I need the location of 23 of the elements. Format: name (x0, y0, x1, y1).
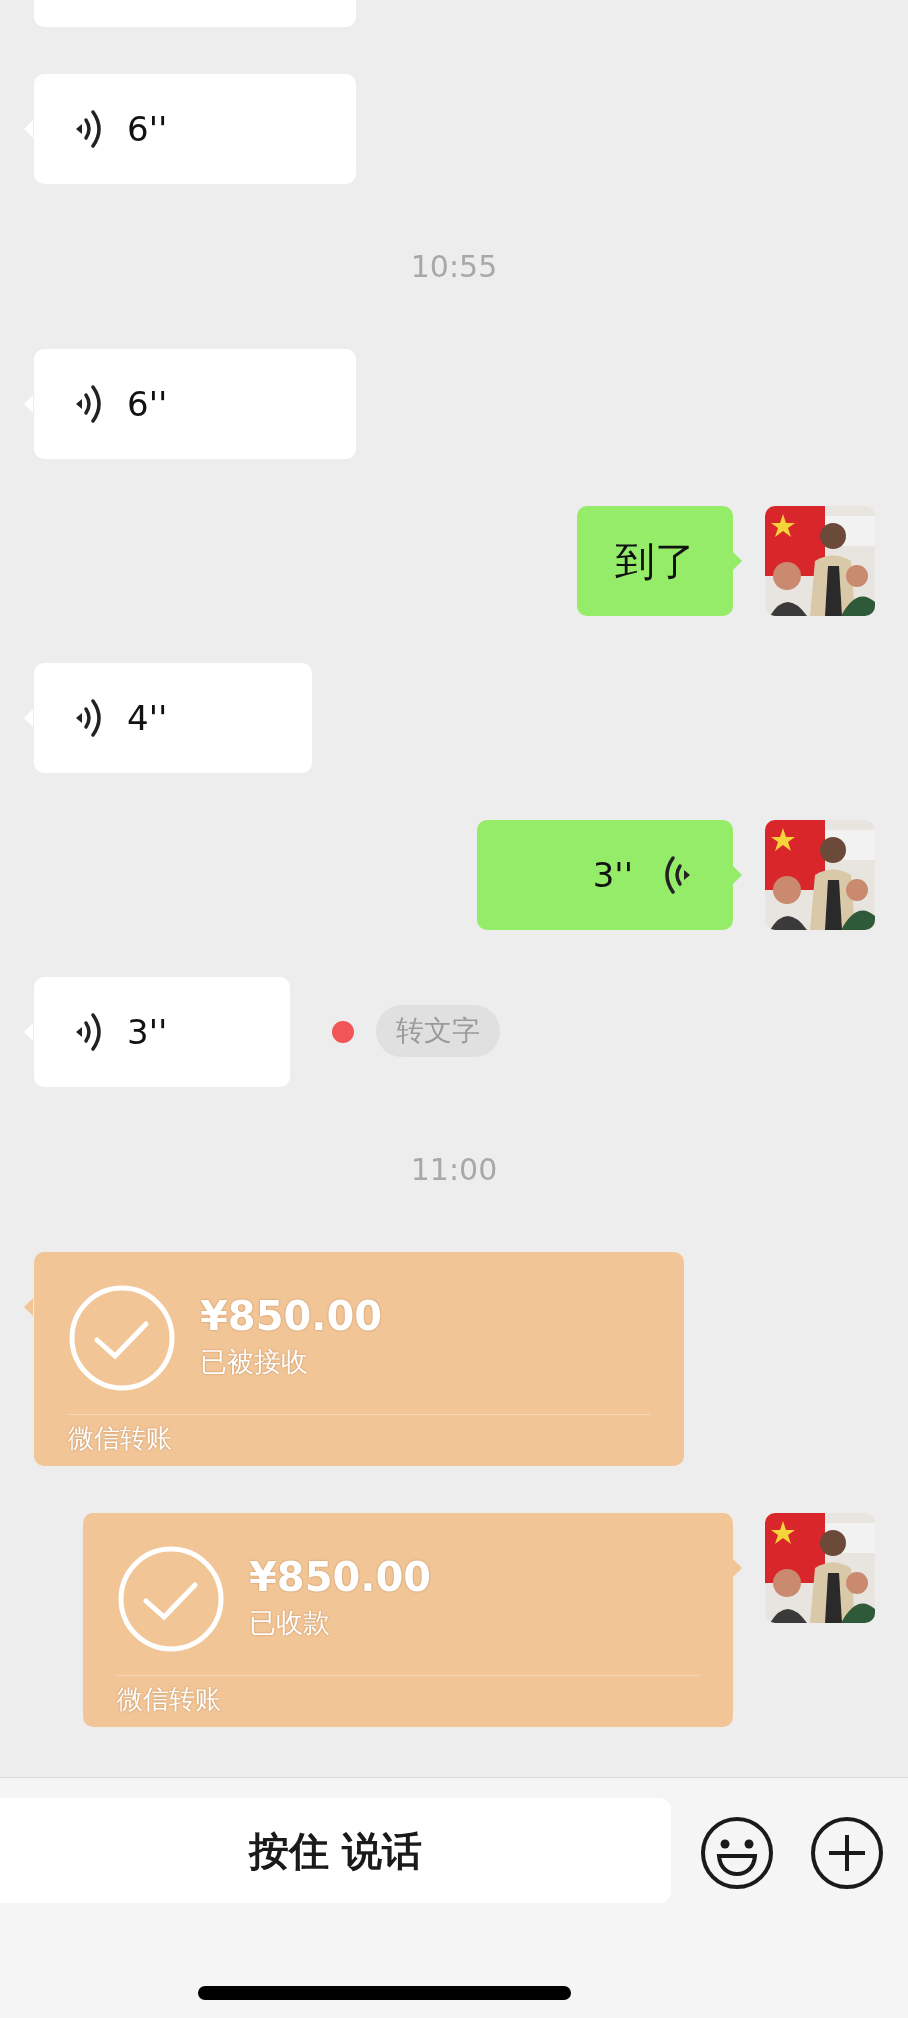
bubble-tail (733, 865, 743, 885)
transfer-status: 已被接收 (200, 1344, 309, 1379)
voice-message[interactable]: 6'' (34, 74, 356, 184)
voice-message[interactable]: 3'' (477, 820, 733, 930)
hold-to-talk-button[interactable]: 按住 说话 (0, 1798, 671, 1903)
check-icon (68, 1284, 176, 1392)
bubble-tail (733, 551, 743, 571)
timestamp: 11:00 (410, 1151, 498, 1189)
message-bubble: 到了 (577, 506, 733, 616)
check-icon (117, 1545, 225, 1653)
transfer-label: 微信转账 (68, 1422, 173, 1455)
transfer-amount: ¥850.00 (200, 1293, 383, 1338)
add-icon[interactable] (810, 1816, 884, 1890)
transfer-status: 已收款 (249, 1605, 331, 1640)
bubble-tail (733, 1558, 743, 1578)
voice-message[interactable]: 3'' (34, 977, 290, 1087)
voice-message[interactable]: 4'' (34, 663, 312, 773)
timestamp: 10:55 (410, 248, 498, 286)
bubble-tail (24, 1297, 34, 1317)
transfer-amount: ¥850.00 (249, 1554, 432, 1599)
transfer-label: 微信转账 (117, 1683, 222, 1716)
voice-message[interactable]: 6'' (34, 349, 356, 459)
emoji-icon[interactable] (700, 1816, 774, 1890)
